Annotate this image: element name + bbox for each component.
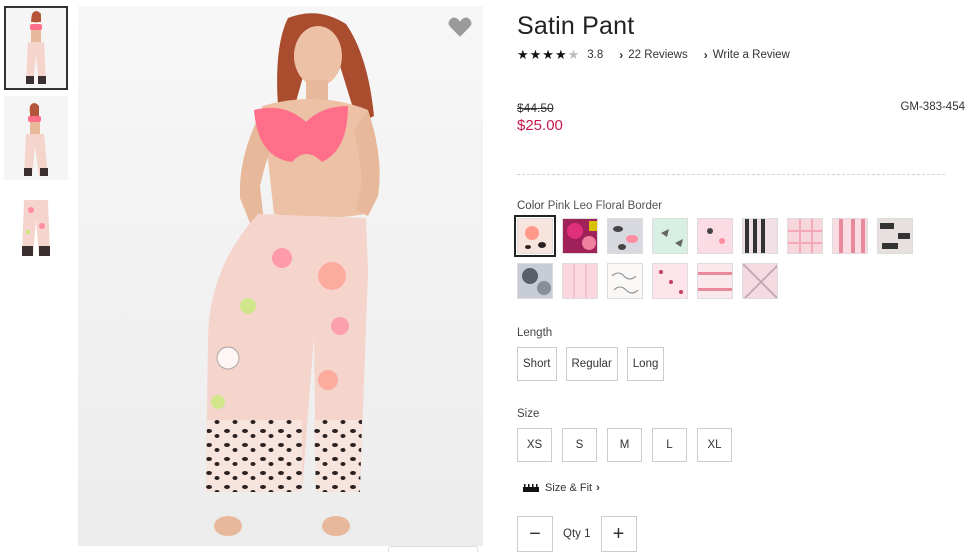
quantity-stepper: − Qty 1 + bbox=[517, 516, 637, 552]
rating-stars: ★★★★★ bbox=[517, 47, 580, 63]
quantity-decrease-button[interactable]: − bbox=[517, 516, 553, 552]
quantity-increase-button[interactable]: + bbox=[600, 516, 637, 552]
color-label-text: Color bbox=[517, 200, 545, 212]
chevron-right-icon: › bbox=[703, 48, 708, 62]
divider bbox=[517, 174, 945, 175]
swatch-pattern bbox=[745, 219, 765, 253]
filled-stars: ★★★★ bbox=[517, 47, 568, 62]
write-review-label: Write a Review bbox=[712, 49, 790, 61]
reviews-link[interactable]: › 22 Reviews bbox=[619, 48, 687, 62]
size-label: Size bbox=[517, 408, 540, 420]
thumbnail-3[interactable] bbox=[4, 186, 68, 270]
main-product-image[interactable] bbox=[78, 6, 483, 546]
swatch-pattern bbox=[788, 219, 822, 253]
swatch-pink-print[interactable] bbox=[697, 218, 733, 254]
model-side-thumbnail bbox=[4, 96, 68, 180]
empty-star: ★ bbox=[567, 47, 581, 62]
swatch-pattern bbox=[525, 226, 546, 249]
swatch-grey-watercolor[interactable] bbox=[517, 263, 553, 299]
length-label: Length bbox=[517, 327, 553, 339]
swatch-pattern bbox=[661, 229, 683, 247]
swatch-pattern bbox=[567, 221, 597, 250]
heart-icon[interactable] bbox=[447, 14, 473, 40]
model-photo bbox=[78, 6, 483, 546]
selected-color-name: Pink Leo Floral Border bbox=[547, 200, 663, 212]
size-option-m[interactable]: M bbox=[607, 428, 642, 462]
swatch-pattern bbox=[659, 270, 683, 294]
ruler-icon bbox=[523, 484, 539, 492]
swatch-pattern bbox=[707, 228, 725, 244]
swatch-pink-check[interactable] bbox=[787, 218, 823, 254]
size-fit-link[interactable]: Size & Fit › bbox=[523, 482, 600, 494]
quantity-display: Qty 1 bbox=[563, 528, 591, 540]
swatch-pattern bbox=[613, 226, 638, 250]
swatch-pink-stripe[interactable] bbox=[832, 218, 868, 254]
swatch-pattern bbox=[880, 223, 910, 249]
swatch-pattern bbox=[611, 272, 639, 294]
color-label: Color Pink Leo Floral Border bbox=[517, 200, 662, 212]
swatch-pattern bbox=[698, 272, 732, 291]
swatch-grey-pink-leo[interactable] bbox=[607, 218, 643, 254]
swatch-magenta-floral[interactable] bbox=[562, 218, 598, 254]
swatch-white-script[interactable] bbox=[607, 263, 643, 299]
product-sku: GM-383-454 bbox=[900, 101, 965, 113]
swatch-black-text-print[interactable] bbox=[877, 218, 913, 254]
swatch-light-pink[interactable] bbox=[562, 263, 598, 299]
model-front-thumbnail bbox=[4, 6, 68, 90]
length-option-short[interactable]: Short bbox=[517, 347, 557, 381]
swatch-pattern bbox=[743, 264, 777, 298]
rating-value: 3.8 bbox=[587, 49, 604, 61]
size-option-s[interactable]: S bbox=[562, 428, 597, 462]
length-option-long[interactable]: Long bbox=[626, 347, 665, 381]
swatch-pattern bbox=[573, 264, 587, 298]
original-price: $44.50 bbox=[517, 101, 554, 115]
product-title: Satin Pant bbox=[517, 12, 635, 40]
swatch-pink-leo-floral-border[interactable] bbox=[514, 215, 556, 257]
swatch-pink-script-stripe[interactable] bbox=[697, 263, 733, 299]
floating-panel-edge bbox=[388, 546, 478, 552]
swatch-black-stripe[interactable] bbox=[742, 218, 778, 254]
size-option-l[interactable]: L bbox=[652, 428, 687, 462]
sale-price: $25.00 bbox=[517, 117, 563, 134]
thumbnail-list bbox=[4, 6, 68, 276]
pant-flat-thumbnail bbox=[4, 186, 68, 270]
size-fit-label: Size & Fit bbox=[545, 482, 593, 494]
swatch-pink-plaid[interactable] bbox=[742, 263, 778, 299]
reviews-link-label: 22 Reviews bbox=[628, 49, 688, 61]
chevron-right-icon: › bbox=[619, 48, 624, 62]
thumbnail-1[interactable] bbox=[4, 6, 68, 90]
chevron-right-icon: › bbox=[596, 482, 600, 494]
swatch-pattern bbox=[522, 268, 551, 295]
length-option-regular[interactable]: Regular bbox=[565, 347, 618, 381]
size-option-xl[interactable]: XL bbox=[697, 428, 732, 462]
size-options: XS S M L XL bbox=[517, 428, 742, 462]
color-swatches bbox=[514, 215, 937, 308]
rating-row: ★★★★★ 3.8 › 22 Reviews › Write a Review bbox=[517, 47, 790, 63]
write-review-link[interactable]: › Write a Review bbox=[704, 48, 790, 62]
size-option-xs[interactable]: XS bbox=[517, 428, 552, 462]
swatch-mint-bird[interactable] bbox=[652, 218, 688, 254]
length-options: Short Regular Long bbox=[517, 347, 673, 381]
swatch-pink-dot-stripe[interactable] bbox=[652, 263, 688, 299]
swatch-pattern bbox=[839, 219, 865, 253]
quantity-value: 1 bbox=[584, 528, 591, 540]
quantity-label: Qty bbox=[563, 528, 581, 540]
thumbnail-2[interactable] bbox=[4, 96, 68, 180]
